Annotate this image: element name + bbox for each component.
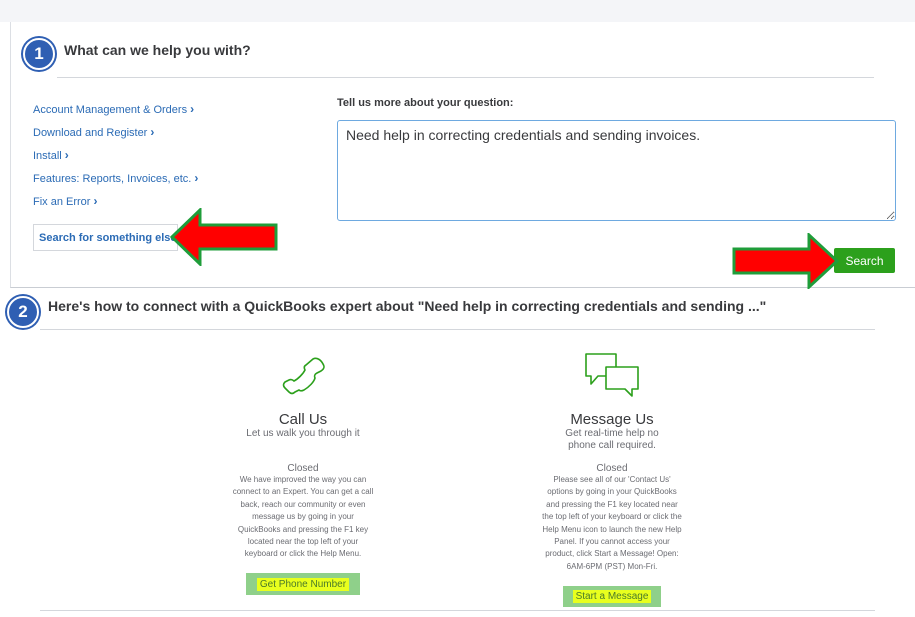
bottom-divider	[40, 610, 875, 611]
step-2-title: Here's how to connect with a QuickBooks …	[48, 298, 767, 314]
step-1-divider	[57, 77, 874, 78]
red-arrow-annotation-left	[170, 208, 278, 266]
search-button[interactable]: Search	[834, 248, 895, 273]
message-us-column: Message Us Get real-time help no phone c…	[524, 411, 700, 573]
description-line: back, reach our community or even	[240, 499, 366, 509]
topic-label: Account Management & Orders	[33, 104, 188, 116]
topic-label: Install	[33, 150, 62, 162]
step-1-title: What can we help you with?	[64, 42, 251, 58]
call-us-description: We have improved the way you can connect…	[218, 474, 388, 561]
call-us-title: Call Us	[278, 411, 328, 428]
message-us-title: Message Us	[570, 411, 654, 428]
topic-link-install[interactable]: Install ›	[33, 148, 69, 162]
subtitle-line: phone call required.	[568, 440, 656, 451]
search-something-else-button[interactable]: Search for something else	[33, 224, 178, 251]
topic-link-features[interactable]: Features: Reports, Invoices, etc. ›	[33, 171, 198, 185]
get-phone-number-label: Get Phone Number	[256, 577, 350, 591]
topic-label: Fix an Error	[33, 196, 91, 208]
description-line: keyboard or click the Help Menu.	[244, 549, 362, 559]
message-us-status: Closed	[596, 463, 628, 474]
page: 1 What can we help you with? Account Man…	[0, 0, 915, 617]
step-2-divider	[40, 329, 875, 330]
message-us-subtitle: Get real-time help no phone call require…	[524, 428, 700, 452]
topic-link-fix-error[interactable]: Fix an Error ›	[33, 194, 97, 208]
description-line: message us by going in your	[252, 512, 354, 522]
chevron-right-icon: ›	[150, 125, 155, 139]
description-line: connect to an Expert. You can get a call	[232, 487, 374, 497]
description-line: We have improved the way you can	[239, 475, 367, 484]
topic-label: Download and Register	[33, 127, 148, 139]
description-line: options by going in your QuickBooks	[547, 487, 677, 497]
description-line: the top left of your keyboard or click t…	[542, 512, 682, 522]
question-label: Tell us more about your question:	[337, 97, 514, 109]
description-line: QuickBooks and pressing the F1 key	[237, 524, 369, 534]
description-line: and pressing the F1 key located near	[546, 499, 678, 509]
topic-label: Features: Reports, Invoices, etc.	[33, 173, 192, 185]
start-a-message-button[interactable]: Start a Message	[563, 586, 661, 607]
top-strip	[0, 0, 915, 22]
step-2-badge: 2	[7, 296, 39, 328]
topic-link-download-register[interactable]: Download and Register ›	[33, 125, 154, 139]
description-line: Help Menu icon to launch the new Help	[542, 524, 682, 534]
call-us-subtitle: Let us walk you through it	[246, 428, 360, 439]
red-arrow-annotation-right	[732, 233, 839, 289]
chat-bubbles-icon	[585, 353, 639, 397]
subtitle-line: Get real-time help no	[565, 428, 659, 439]
chevron-right-icon: ›	[93, 194, 98, 208]
chevron-right-icon: ›	[194, 171, 199, 185]
chevron-right-icon: ›	[190, 102, 195, 116]
chevron-right-icon: ›	[64, 148, 69, 162]
description-line: Please see all of our 'Contact Us'	[553, 475, 671, 484]
start-a-message-label: Start a Message	[572, 590, 652, 603]
description-line: product, click Start a Message! Open:	[545, 549, 679, 559]
description-line: Panel. If you cannot access your	[554, 537, 670, 547]
call-us-status: Closed	[287, 463, 319, 474]
phone-icon	[282, 357, 325, 395]
call-us-column: Call Us Let us walk you through it Close…	[218, 411, 388, 561]
question-textarea[interactable]: Need help in correcting credentials and …	[337, 120, 896, 221]
get-phone-number-button[interactable]: Get Phone Number	[246, 573, 360, 595]
description-line: 6AM-6PM (PST) Mon-Fri.	[566, 561, 658, 571]
step-1-badge: 1	[23, 38, 55, 70]
message-us-description: Please see all of our 'Contact Us' optio…	[524, 474, 700, 573]
topic-link-account-management[interactable]: Account Management & Orders ›	[33, 102, 194, 116]
description-line: located near the top left of your	[247, 537, 359, 547]
